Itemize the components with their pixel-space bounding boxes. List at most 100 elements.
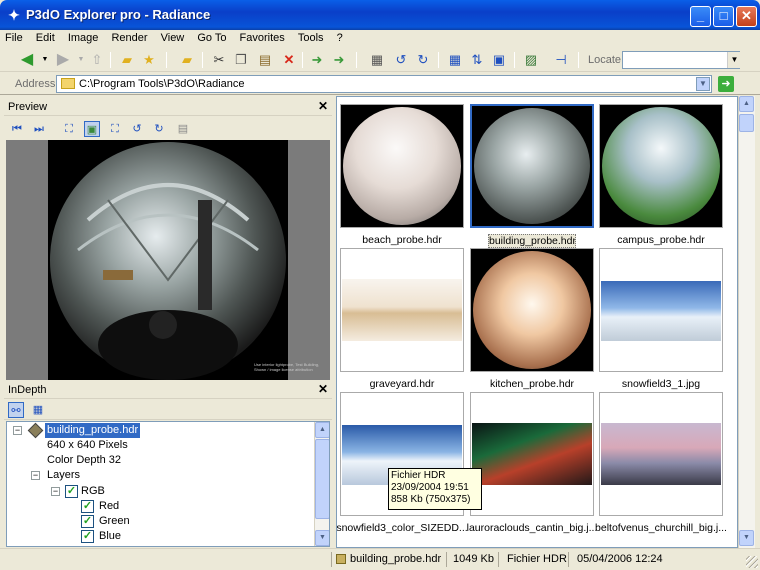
new-folder-icon[interactable]: ▰ <box>178 51 196 69</box>
scroll-up-icon[interactable]: ▲ <box>315 422 329 438</box>
rotate-right-icon[interactable]: ↻ <box>151 121 167 137</box>
separator <box>578 52 579 68</box>
minimize-button[interactable]: _ <box>690 6 711 27</box>
menu-render[interactable]: Render <box>106 30 152 48</box>
view-details-icon[interactable]: ▣ <box>490 51 508 69</box>
separator <box>438 52 439 68</box>
resize-grip-icon[interactable] <box>746 556 758 568</box>
thumbnail-item[interactable]: snowfield3_1.jpg <box>599 248 723 396</box>
thumbnail-scrollbar[interactable]: ▲ ▼ <box>738 96 755 548</box>
preview-panel-header: Preview ✕ <box>4 98 332 116</box>
paste-icon[interactable]: ▤ <box>256 51 274 69</box>
tree-node-rgb[interactable]: − ✓ RGB <box>51 484 171 499</box>
separator <box>202 52 203 68</box>
menu-image[interactable]: Image <box>63 30 104 48</box>
folder-icon[interactable]: ▰ <box>118 51 136 69</box>
collapse-icon[interactable]: − <box>13 426 22 435</box>
menu-tools[interactable]: Tools <box>293 30 329 48</box>
actual-size-icon[interactable]: ▣ <box>84 121 100 137</box>
tree-node-layers[interactable]: − Layers <box>31 468 151 483</box>
collapse-icon[interactable]: − <box>51 487 60 496</box>
cut-icon[interactable]: ✂ <box>210 51 228 69</box>
thumbnail-item[interactable]: campus_probe.hdr <box>599 104 723 252</box>
thumbnail-item[interactable]: graveyard.hdr <box>340 248 464 396</box>
blue-checkbox[interactable]: ✓ <box>81 530 94 543</box>
back-icon[interactable]: ◀ <box>18 51 36 69</box>
green-checkbox[interactable]: ✓ <box>81 515 94 528</box>
tree-node-color-depth[interactable]: Color Depth 32 <box>47 453 121 468</box>
thumbnail-item[interactable]: kitchen_probe.hdr <box>470 248 594 396</box>
scroll-down-icon[interactable]: ▼ <box>315 530 329 546</box>
indepth-close-icon[interactable]: ✕ <box>318 382 328 396</box>
preview-area[interactable]: Use interior lightprobe, Test Building, … <box>6 140 330 380</box>
thumbnail-item[interactable]: beltofvenus_churchill_big.j... <box>595 392 727 540</box>
title-bar[interactable]: ✦ P3dO Explorer pro - Radiance _ □ ✕ <box>0 0 760 30</box>
fit-image-icon[interactable]: ⛶ <box>61 121 77 137</box>
go-arrow-icon[interactable]: ➜ <box>718 76 734 92</box>
red-checkbox[interactable]: ✓ <box>81 500 94 513</box>
forward-icon[interactable]: ▶ <box>54 51 72 69</box>
address-input[interactable]: C:\Program Tools\P3dO\Radiance ▼ <box>56 75 712 93</box>
next-image-icon[interactable]: ⏭ <box>31 121 47 137</box>
previous-image-icon[interactable]: ⏮ <box>9 121 25 137</box>
tree-node-dimensions[interactable]: 640 x 640 Pixels <box>47 438 128 453</box>
locate-input[interactable] <box>622 51 740 69</box>
menu-favorites[interactable]: Favorites <box>235 30 290 48</box>
menu-view[interactable]: View <box>156 30 190 48</box>
rotate-left-icon[interactable]: ↺ <box>129 121 145 137</box>
indepth-tree[interactable]: − building_probe.hdr 640 x 640 Pixels Co… <box>6 421 330 547</box>
up-folder-icon[interactable]: ⇧ <box>88 51 106 69</box>
rgb-checkbox[interactable]: ✓ <box>65 485 78 498</box>
menu-edit[interactable]: Edit <box>31 30 60 48</box>
indepth-toolbar: ⚯ ▦ <box>4 400 332 420</box>
list-view-icon[interactable]: ▦ <box>30 402 46 418</box>
move-to-icon[interactable]: ➜ <box>308 51 326 69</box>
collapse-icon[interactable]: − <box>31 471 40 480</box>
slideshow-icon[interactable]: ▦ <box>368 51 386 69</box>
zoom-icon[interactable]: ⛶ <box>107 121 123 137</box>
scroll-up-icon[interactable]: ▲ <box>739 96 754 112</box>
thumbnail-label: kitchen_probe.hdr <box>489 378 575 390</box>
view-thumbnails-icon[interactable]: ▦ <box>446 51 464 69</box>
thumbnail-label: lauroraclouds_cantin_big.j... <box>466 522 598 534</box>
menu-help[interactable]: ? <box>332 30 348 48</box>
tree-node-green[interactable]: ✓ Green <box>81 514 181 529</box>
close-button[interactable]: ✕ <box>736 6 757 27</box>
pin-icon[interactable]: ⊣ <box>552 51 570 69</box>
address-dropdown-icon[interactable]: ▼ <box>696 77 710 91</box>
tree-scrollbar[interactable]: ▲ ▼ <box>314 422 329 546</box>
thumbnail-item[interactable]: lauroraclouds_cantin_big.j... <box>467 392 597 540</box>
preview-toolbar: ⏮ ⏭ ⛶ ▣ ⛶ ↺ ↻ ▤ <box>4 118 332 140</box>
menu-go-to[interactable]: Go To <box>192 30 231 48</box>
thumbnail-image <box>470 392 594 516</box>
copy-to-icon[interactable]: ➜ <box>330 51 348 69</box>
file-info-tooltip: Fichier HDR 23/09/2004 19:51 858 Kb (750… <box>388 468 482 510</box>
tree-node-blue[interactable]: ✓ Blue <box>81 529 181 544</box>
save-icon[interactable]: ▤ <box>175 121 191 137</box>
rotate-right-icon[interactable]: ↻ <box>414 51 432 69</box>
file-type-icon <box>336 554 346 564</box>
scroll-down-icon[interactable]: ▼ <box>739 530 754 546</box>
menu-file[interactable]: File <box>0 30 28 48</box>
locate-dropdown-icon[interactable]: ▼ <box>727 52 741 68</box>
thumbnail-item[interactable]: beach_probe.hdr <box>340 104 464 252</box>
tree-view-icon[interactable]: ⚯ <box>8 402 24 418</box>
favorites-star-icon[interactable]: ★ <box>140 51 158 69</box>
delete-icon[interactable]: ✕ <box>280 51 298 69</box>
back-dropdown-icon[interactable]: ▼ <box>36 51 54 69</box>
preview-close-icon[interactable]: ✕ <box>318 99 328 113</box>
thumbnail-label: snowfield3_1.jpg <box>621 378 701 390</box>
sort-icon[interactable]: ⇅ <box>468 51 486 69</box>
scroll-thumb[interactable] <box>739 114 754 132</box>
scroll-thumb[interactable] <box>315 439 329 519</box>
tree-node-red[interactable]: ✓ Red <box>81 499 181 514</box>
copy-icon[interactable]: ❐ <box>232 51 250 69</box>
thumbnail-image <box>340 104 464 228</box>
thumbnail-image <box>340 248 464 372</box>
status-file-size: 1049 Kb <box>453 553 494 565</box>
thumbnail-item[interactable]: snowfield3_color_SIZEDD... <box>337 392 468 540</box>
image-view-icon[interactable]: ▨ <box>522 51 540 69</box>
rotate-left-icon[interactable]: ↺ <box>392 51 410 69</box>
maximize-button[interactable]: □ <box>713 6 734 27</box>
thumbnail-item-selected[interactable]: building_probe.hdr <box>470 104 594 252</box>
